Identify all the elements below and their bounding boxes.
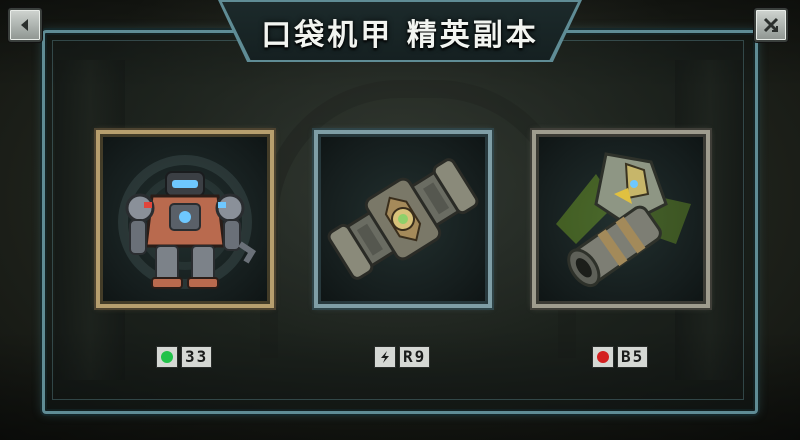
green-dot-icon (156, 346, 178, 368)
item-card-robot[interactable] (96, 130, 274, 308)
item-card-cylinder[interactable] (314, 130, 492, 308)
back-button[interactable] (8, 8, 42, 42)
close-button[interactable] (754, 8, 788, 42)
page-title: 口袋机甲 精英副本 (261, 18, 539, 53)
item-label-robot: 33 (156, 345, 213, 369)
red-dot-icon (592, 346, 614, 368)
back-arrow-icon (21, 19, 28, 31)
lightning-icon (374, 346, 396, 368)
item-label-arm-cannon: B5 (592, 345, 649, 369)
close-x-icon (763, 17, 779, 33)
item-code: 33 (181, 346, 213, 368)
item-label-cylinder: R9 (374, 345, 431, 369)
mech-part-cylinder-icon (327, 158, 479, 280)
mech-robot-icon (118, 155, 257, 289)
mech-arm-cannon-icon (556, 152, 691, 288)
item-card-arm-cannon[interactable] (532, 130, 710, 308)
item-code: B5 (617, 346, 649, 368)
item-code: R9 (399, 346, 431, 368)
